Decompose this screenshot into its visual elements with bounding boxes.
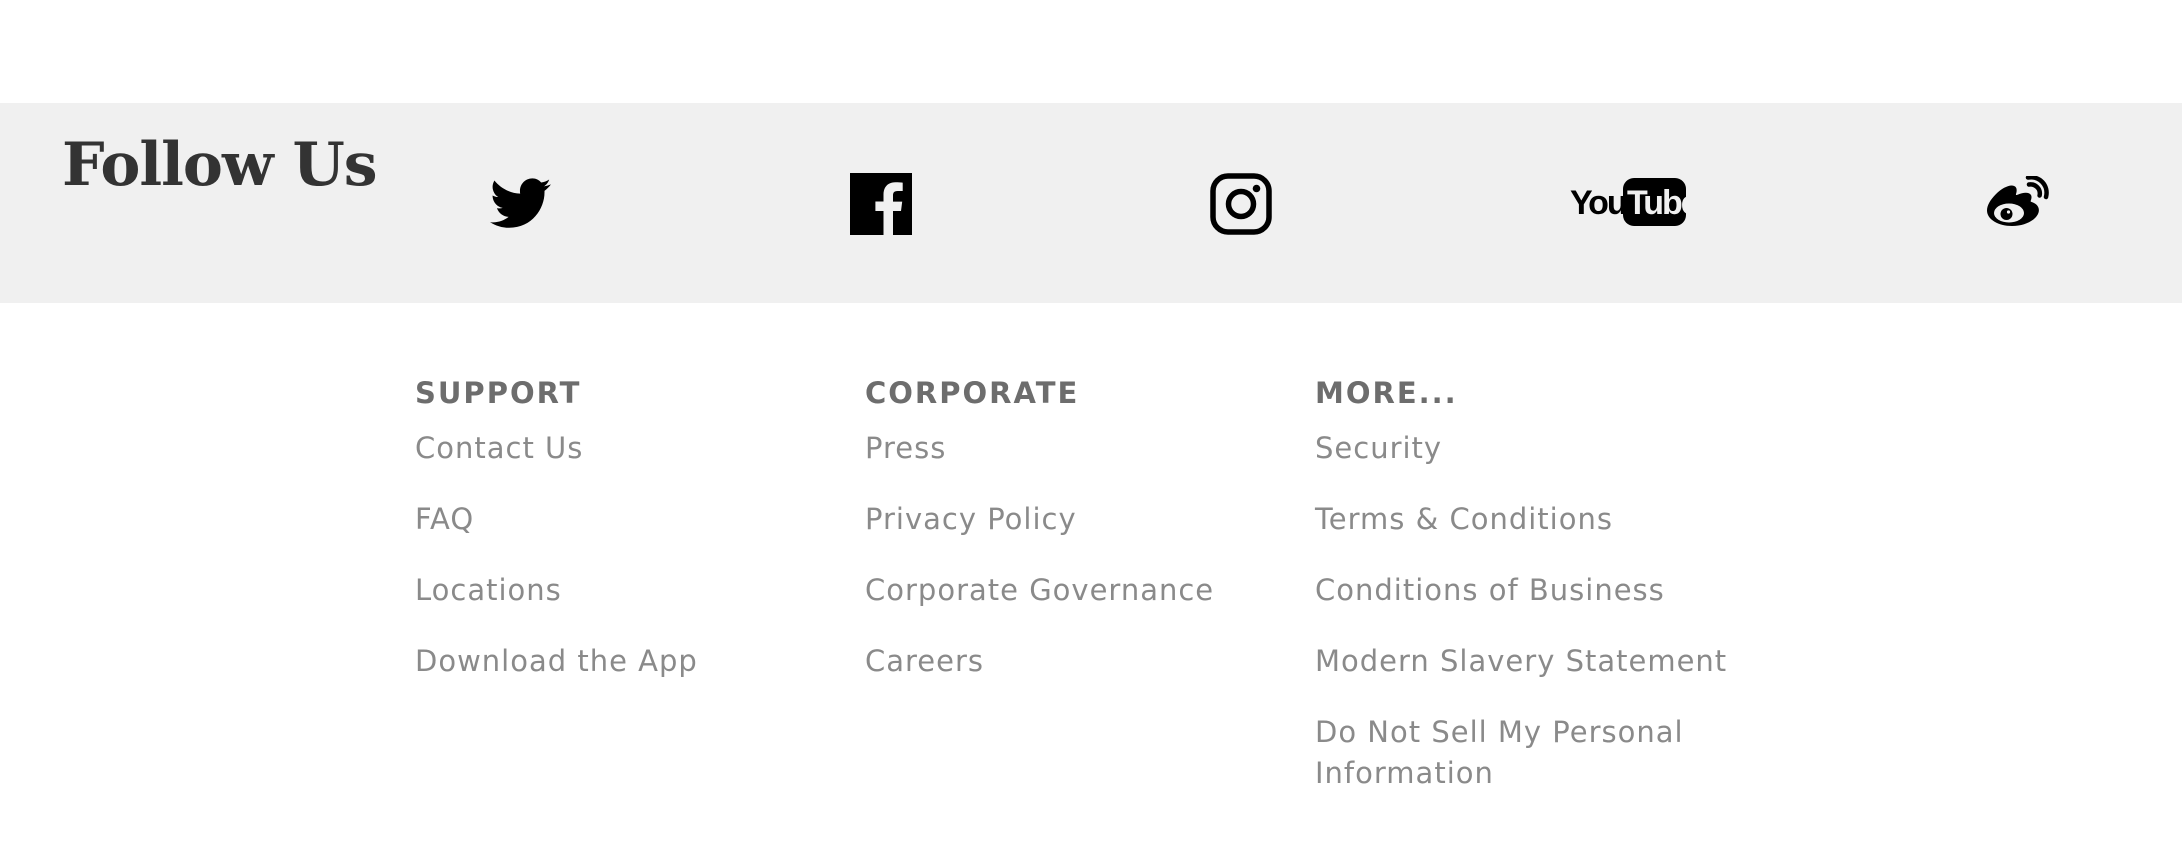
download-app-link[interactable]: Download the App [415, 641, 698, 682]
footer-column-corporate: CORPORATE Press Privacy Policy Corporate… [865, 373, 1214, 712]
twitter-icon [490, 178, 551, 228]
terms-conditions-link[interactable]: Terms & Conditions [1315, 499, 1735, 540]
column-heading-support: SUPPORT [415, 376, 582, 410]
do-not-sell-info-link[interactable]: Do Not Sell My Personal Information [1315, 712, 1735, 794]
instagram-link[interactable] [1210, 173, 1272, 235]
modern-slavery-statement-link[interactable]: Modern Slavery Statement [1315, 641, 1735, 682]
footer-link-list: Contact Us FAQ Locations Download the Ap… [415, 428, 698, 682]
follow-us-title: Follow Us [62, 130, 378, 200]
weibo-link[interactable] [1985, 176, 2049, 230]
contact-us-link[interactable]: Contact Us [415, 428, 698, 469]
footer-link-list: Security Terms & Conditions Conditions o… [1315, 428, 1735, 794]
twitter-link[interactable] [490, 176, 552, 232]
press-link[interactable]: Press [865, 428, 1214, 469]
footer-column-more: MORE... Security Terms & Conditions Cond… [1315, 373, 1735, 824]
security-link[interactable]: Security [1315, 428, 1735, 469]
conditions-of-business-link[interactable]: Conditions of Business [1315, 570, 1735, 611]
svg-text:Tube: Tube [1627, 184, 1686, 222]
column-heading-corporate: CORPORATE [865, 376, 1080, 410]
instagram-icon [1210, 173, 1272, 235]
follow-us-bar: Follow Us You Tube [0, 103, 2182, 303]
corporate-governance-link[interactable]: Corporate Governance [865, 570, 1214, 611]
facebook-icon [850, 173, 912, 235]
facebook-link[interactable] [850, 173, 912, 235]
weibo-icon [1987, 176, 2049, 226]
youtube-link[interactable]: You Tube [1570, 177, 1686, 227]
privacy-policy-link[interactable]: Privacy Policy [865, 499, 1214, 540]
youtube-icon: You Tube [1570, 178, 1686, 226]
column-heading-more: MORE... [1315, 376, 1458, 410]
locations-link[interactable]: Locations [415, 570, 698, 611]
faq-link[interactable]: FAQ [415, 499, 698, 540]
footer-link-list: Press Privacy Policy Corporate Governanc… [865, 428, 1214, 682]
svg-text:You: You [1570, 184, 1626, 222]
footer-column-support: SUPPORT Contact Us FAQ Locations Downloa… [415, 373, 698, 712]
careers-link[interactable]: Careers [865, 641, 1214, 682]
